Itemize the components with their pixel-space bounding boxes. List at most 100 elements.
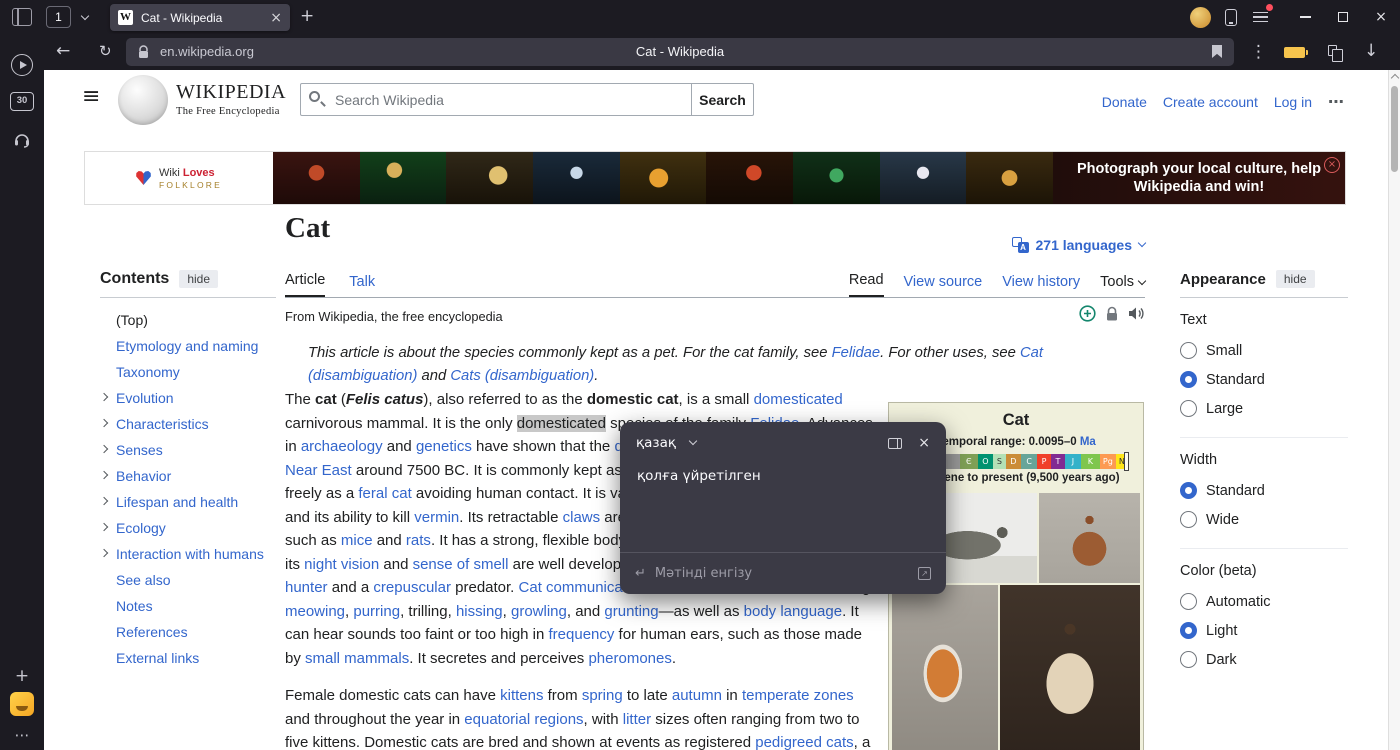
wiki-link[interactable]: crepuscular [373,579,451,596]
wiki-link[interactable]: feral cat [358,485,411,502]
tab-list-chevron-icon[interactable] [81,12,89,20]
radio-selected-icon[interactable] [1180,622,1197,639]
wiki-link[interactable]: body language [744,603,842,620]
wiki-link[interactable]: sense of smell [413,556,509,573]
strip-overflow-icon[interactable]: ⋯ [0,726,44,744]
campaign-banner[interactable]: Wiki Loves FOLKLORE Photograph your loca… [85,152,1345,204]
strip-add-button[interactable]: + [0,666,44,686]
wiki-link[interactable]: claws [563,509,601,526]
new-tab-button[interactable]: + [300,6,314,27]
wikipedia-wordmark[interactable]: WIKIPEDIA The Free Encyclopedia [176,81,286,117]
wiki-link[interactable]: equatorial regions [464,711,583,728]
send-to-device-icon[interactable] [1225,9,1237,26]
radio-icon[interactable] [1180,651,1197,668]
sidebar-toggle-icon[interactable] [12,8,32,26]
popup-language-chevron-icon[interactable] [689,437,697,445]
tabs-copy-icon[interactable] [1328,45,1337,56]
toc-expand-icon[interactable] [100,445,108,453]
radio-icon[interactable] [1180,400,1197,417]
window-maximize-button[interactable] [1324,0,1362,34]
listen-speaker-icon[interactable] [1128,306,1145,321]
toc-item-ecology[interactable]: Ecology [100,515,276,541]
toc-item-notes[interactable]: Notes [100,593,276,619]
wiki-link[interactable]: night vision [304,556,379,573]
toc-item-behavior[interactable]: Behavior [100,463,276,489]
toc-expand-icon[interactable] [100,471,108,479]
tab-article[interactable]: Article [285,272,325,297]
wiki-link[interactable]: mice [341,532,373,549]
wiki-link[interactable]: archaeology [301,438,383,455]
extension-badge-30[interactable]: 30 [10,92,34,111]
toc-expand-icon[interactable] [100,419,108,427]
toc-item-characteristics[interactable]: Characteristics [100,411,276,437]
toc-item-taxonomy[interactable]: Taxonomy [100,359,276,385]
wiki-link[interactable]: genetics [416,438,472,455]
search-button[interactable]: Search [692,83,754,116]
cat-photo-4[interactable] [1000,585,1140,750]
toc-item-interaction-with-humans[interactable]: Interaction with humans [100,541,276,567]
pinned-app-icon[interactable] [10,692,34,716]
appearance-option-wide[interactable]: Wide [1180,505,1348,534]
wiki-link[interactable]: domesticated [754,391,843,408]
languages-selector[interactable]: A 271 languages [1012,237,1146,253]
reload-button[interactable]: ↻ [99,42,112,60]
extensions-menu-icon[interactable]: ⋮ [1250,42,1267,62]
wiki-link[interactable]: kittens [500,687,543,704]
create-account-link[interactable]: Create account [1163,94,1258,110]
popup-language-selector[interactable]: қазақ [636,435,676,451]
url-bar[interactable]: en.wikipedia.org Cat - Wikipedia [126,38,1234,66]
tab-read[interactable]: Read [849,272,884,297]
wiki-link[interactable]: small mammals [305,650,409,667]
toc-hide-button[interactable]: hide [179,270,218,288]
appearance-option-small[interactable]: Small [1180,336,1348,365]
toc-expand-icon[interactable] [100,549,108,557]
wiki-link[interactable]: rats [406,532,431,549]
downloads-icon[interactable]: ↓ [1364,41,1378,61]
donate-link[interactable]: Donate [1102,94,1147,110]
wiki-link[interactable]: Near East [285,462,352,479]
cat-photo-2[interactable] [1039,493,1140,583]
wiki-link[interactable]: litter [623,711,651,728]
radio-selected-icon[interactable] [1180,371,1197,388]
toc-expand-icon[interactable] [100,523,108,531]
scrollbar-thumb[interactable] [1391,86,1398,172]
appearance-option-light[interactable]: Light [1180,616,1348,645]
tab-talk[interactable]: Talk [349,274,375,297]
app-menu-icon[interactable] [1253,9,1268,26]
tab-view-history[interactable]: View history [1002,274,1080,297]
radio-selected-icon[interactable] [1180,482,1197,499]
window-close-button[interactable]: × [1362,0,1400,34]
toc-item-top[interactable]: (Top) [100,307,276,333]
wiki-link[interactable]: vermin [414,509,459,526]
wiki-link[interactable]: hunter [285,579,328,596]
appearance-option-automatic[interactable]: Automatic [1180,587,1348,616]
log-in-link[interactable]: Log in [1274,94,1312,110]
toc-expand-icon[interactable] [100,393,108,401]
good-article-icon[interactable] [1079,305,1096,322]
wiki-link[interactable]: autumn [672,687,722,704]
tab-counter[interactable]: 1 [46,6,71,28]
tab-view-source[interactable]: View source [904,274,983,297]
battery-indicator-icon[interactable] [1284,47,1305,58]
tools-menu[interactable]: Tools [1100,274,1145,297]
page-protection-lock-icon[interactable] [1105,306,1119,322]
banner-message[interactable]: Photograph your local culture, help Wiki… [1053,152,1345,204]
cat-photo-3[interactable] [892,585,998,750]
appearance-option-standard[interactable]: Standard [1180,365,1348,394]
headset-support-icon[interactable] [12,130,32,150]
window-minimize-button[interactable] [1286,0,1324,34]
tab-close-icon[interactable]: × [270,10,282,26]
user-menu-icon[interactable]: ⋯ [1328,92,1344,111]
appearance-hide-button[interactable]: hide [1276,270,1315,288]
wiki-link[interactable]: Felidae [832,345,881,361]
wiki-link[interactable]: growling [511,603,567,620]
banner-close-icon[interactable]: × [1324,157,1340,173]
toc-item-etymology-and-naming[interactable]: Etymology and naming [100,333,276,359]
popup-open-editor-icon[interactable]: ↗ [918,567,931,580]
toc-item-evolution[interactable]: Evolution [100,385,276,411]
profile-avatar[interactable] [1190,7,1211,28]
wikipedia-logo[interactable] [118,75,168,125]
radio-icon[interactable] [1180,593,1197,610]
appearance-option-dark[interactable]: Dark [1180,645,1348,674]
search-input[interactable] [300,83,692,116]
